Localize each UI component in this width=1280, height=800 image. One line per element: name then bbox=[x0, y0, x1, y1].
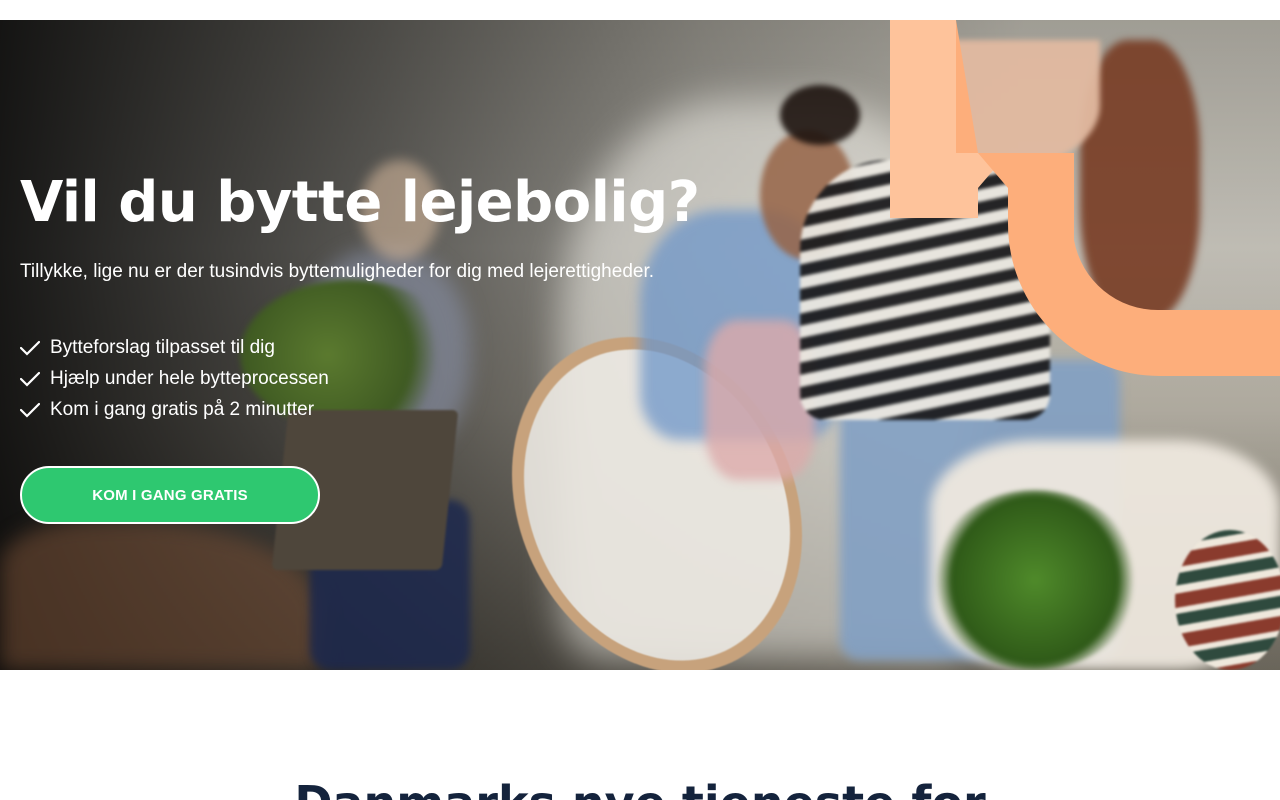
feature-label: Kom i gang gratis på 2 minutter bbox=[50, 398, 315, 420]
feature-list: Bytteforslag tilpasset til dig Hjælp und… bbox=[20, 332, 329, 425]
feature-item: Hjælp under hele bytteprocessen bbox=[20, 363, 329, 394]
hero-content: Vil du bytte lejebolig? Tillykke, lige n… bbox=[20, 20, 920, 670]
feature-item: Bytteforslag tilpasset til dig bbox=[20, 332, 329, 363]
check-icon bbox=[20, 368, 50, 390]
hero-subtitle: Tillykke, lige nu er der tusindvis bytte… bbox=[20, 261, 655, 282]
feature-label: Hjælp under hele bytteprocessen bbox=[50, 367, 329, 389]
check-icon bbox=[20, 337, 50, 359]
hero-title: Vil du bytte lejebolig? bbox=[20, 170, 700, 235]
brand-shape-graphic bbox=[890, 20, 1280, 376]
section-title: Danmarks nye tjeneste for bbox=[0, 776, 1280, 800]
get-started-button[interactable]: KOM I GANG GRATIS bbox=[20, 466, 320, 524]
hero-section: Vil du bytte lejebolig? Tillykke, lige n… bbox=[0, 20, 1280, 670]
check-icon bbox=[20, 399, 50, 421]
feature-item: Kom i gang gratis på 2 minutter bbox=[20, 394, 329, 425]
top-bar bbox=[0, 0, 1280, 20]
feature-label: Bytteforslag tilpasset til dig bbox=[50, 336, 275, 358]
